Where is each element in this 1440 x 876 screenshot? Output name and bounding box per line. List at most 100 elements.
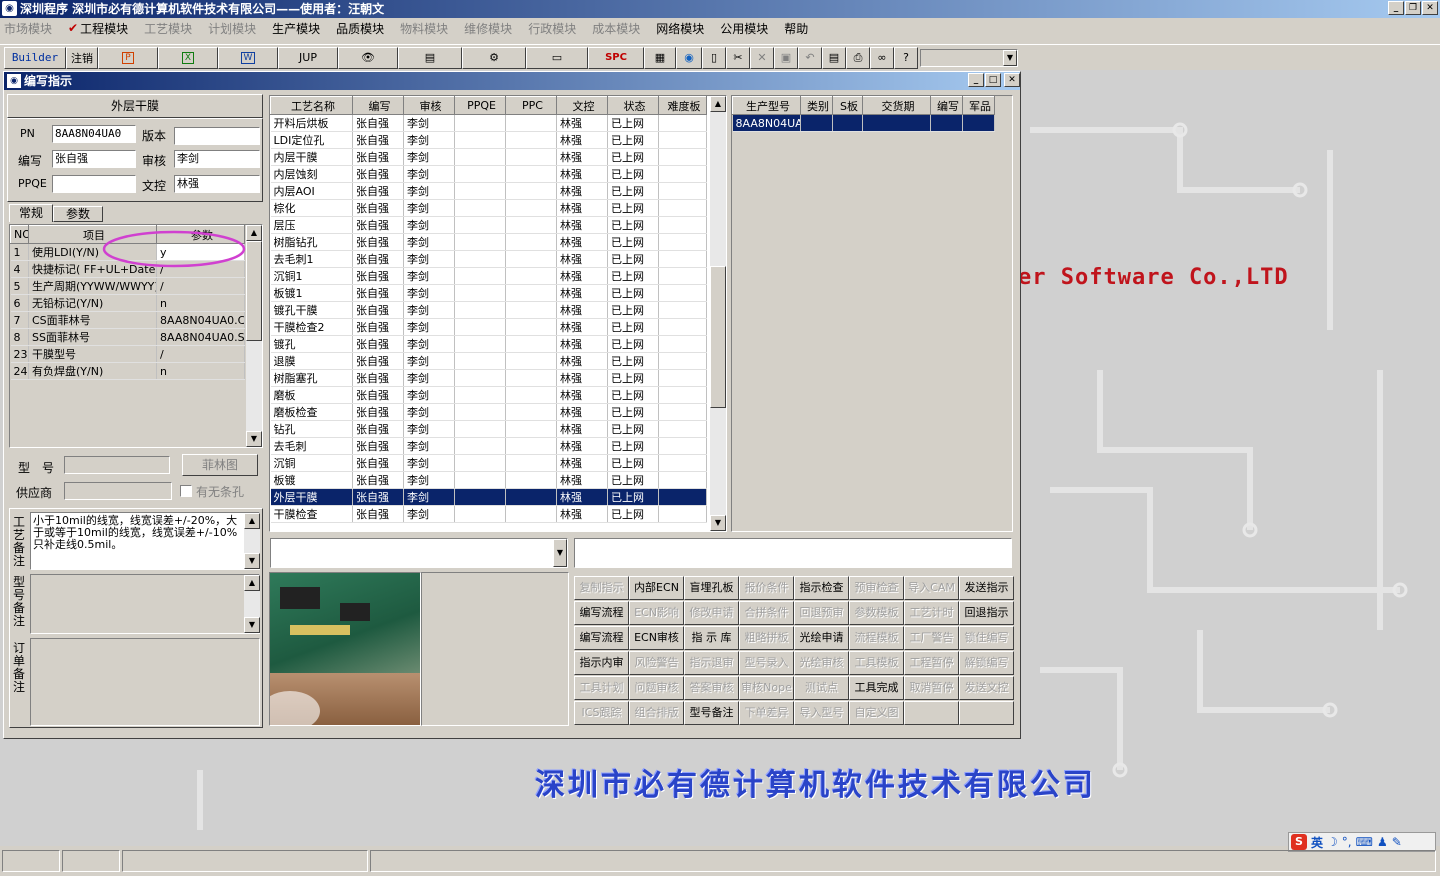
process-row[interactable]: 树脂塞孔 张自强 李剑 林强 已上网 xyxy=(270,369,707,387)
action-button[interactable]: 工程暂停 xyxy=(904,651,959,675)
menu-item-8[interactable]: 行政模块 xyxy=(528,20,576,37)
moon-icon[interactable]: ☽ xyxy=(1327,835,1338,849)
action-button[interactable]: 工厂警告 xyxy=(904,626,959,650)
child-close-button[interactable]: ✕ xyxy=(1004,73,1020,87)
action-button[interactable]: 回退预审 xyxy=(794,601,849,625)
action-button[interactable]: ECN审核 xyxy=(629,626,684,650)
word-button[interactable]: W xyxy=(218,46,278,69)
child-minimize-button[interactable]: _ xyxy=(968,73,984,87)
action-button[interactable]: 发送指示 xyxy=(959,576,1014,600)
action-button[interactable]: 导入CAM xyxy=(904,576,959,600)
action-button[interactable]: 预审检查 xyxy=(849,576,904,600)
ppqe-field[interactable] xyxy=(52,175,136,193)
jup-button[interactable]: JUP xyxy=(278,46,338,69)
process-col-header[interactable]: PPQE xyxy=(454,96,506,115)
param-row[interactable]: 23 干膜型号 / xyxy=(10,345,245,363)
computer-button[interactable]: ▭ xyxy=(526,46,588,69)
action-button[interactable]: 指 示 库 xyxy=(684,626,739,650)
user-icon[interactable]: ♟ xyxy=(1377,835,1388,849)
menu-item-11[interactable]: 公用模块 xyxy=(720,20,768,37)
logout-button[interactable]: 注销 xyxy=(66,46,98,69)
param-value[interactable]: 8AA8N04UA0.CS xyxy=(156,311,245,329)
scroll-up-icon[interactable]: ▲ xyxy=(246,225,262,241)
remark-input[interactable] xyxy=(574,538,1012,568)
process-col-header[interactable]: 文控 xyxy=(556,96,608,115)
menu-item-7[interactable]: 维修模块 xyxy=(464,20,512,37)
menu-item-2[interactable]: 工艺模块 xyxy=(144,20,192,37)
action-button[interactable]: 复制指示 xyxy=(574,576,629,600)
new-button[interactable]: ▯ xyxy=(702,46,726,69)
process-col-header[interactable]: 状态 xyxy=(607,96,659,115)
menu-item-10[interactable]: 网络模块 xyxy=(656,20,704,37)
action-button[interactable]: 发送文控 xyxy=(959,676,1014,700)
writer-field[interactable]: 张自强 xyxy=(52,150,136,168)
process-row[interactable]: 板镀1 张自强 李剑 林强 已上网 xyxy=(270,284,707,302)
process-row[interactable]: 内层AOI 张自强 李剑 林强 已上网 xyxy=(270,182,707,200)
menu-item-1[interactable]: 工程模块 xyxy=(80,20,128,37)
process-row[interactable]: 磨板检查 张自强 李剑 林强 已上网 xyxy=(270,403,707,421)
tab-general[interactable]: 常规 xyxy=(9,204,53,222)
param-col-header[interactable]: NO xyxy=(10,225,29,244)
action-button[interactable]: 工具计划 xyxy=(574,676,629,700)
action-button[interactable]: 取消暂停 xyxy=(904,676,959,700)
action-button[interactable]: 光绘审核 xyxy=(794,651,849,675)
process-row[interactable]: LDI定位孔 张自强 李剑 林强 已上网 xyxy=(270,131,707,149)
action-button[interactable]: 工具完成 xyxy=(849,676,904,700)
action-button[interactable]: 导入型号 xyxy=(794,701,849,725)
model-row[interactable]: 8AA8N04UA0 xyxy=(732,114,995,132)
process-col-header[interactable]: 工艺名称 xyxy=(270,96,353,115)
model-col-header[interactable]: 编写 xyxy=(930,96,963,115)
process-row[interactable]: 镀孔干膜 张自强 李剑 林强 已上网 xyxy=(270,301,707,319)
process-scrollbar[interactable]: ▲ ▼ xyxy=(710,96,726,531)
model-col-header[interactable]: 军品 xyxy=(962,96,995,115)
process-col-header[interactable]: 编写 xyxy=(352,96,404,115)
action-button[interactable]: 答案审核 xyxy=(684,676,739,700)
scroll-down-icon[interactable]: ▼ xyxy=(710,515,726,531)
process-row[interactable]: 退膜 张自强 李剑 林强 已上网 xyxy=(270,352,707,370)
model-col-header[interactable]: 生产型号 xyxy=(732,96,801,115)
process-row[interactable]: 内层蚀刻 张自强 李剑 林强 已上网 xyxy=(270,165,707,183)
model-note-textarea[interactable] xyxy=(30,574,260,634)
action-button[interactable]: 修改申请 xyxy=(684,601,739,625)
param-row[interactable]: 6 无铅标记(Y/N) n xyxy=(10,294,245,312)
internet-button[interactable]: ◉ xyxy=(676,46,702,69)
menu-item-0[interactable]: 市场模块 xyxy=(4,20,52,37)
scroll-down-icon[interactable]: ▼ xyxy=(246,431,262,447)
print-button[interactable]: ⎙ xyxy=(846,46,870,69)
menu-item-12[interactable]: 帮助 xyxy=(784,20,808,37)
menu-item-4[interactable]: 生产模块 xyxy=(272,20,320,37)
action-button[interactable]: ECN影响 xyxy=(629,601,684,625)
action-button[interactable]: 风险警告 xyxy=(629,651,684,675)
action-button[interactable]: 审核Nope xyxy=(739,676,794,700)
preview-button[interactable]: ▤ xyxy=(822,46,846,69)
spc-button[interactable]: SPC xyxy=(588,46,644,69)
process-row[interactable]: 树脂钻孔 张自强 李剑 林强 已上网 xyxy=(270,233,707,251)
delete-button[interactable]: ✕ xyxy=(750,46,774,69)
action-button[interactable]: 指示检查 xyxy=(794,576,849,600)
process-row[interactable]: 钻孔 张自强 李剑 林强 已上网 xyxy=(270,420,707,438)
craft-note-scrollbar[interactable]: ▲ ▼ xyxy=(244,513,260,569)
action-button[interactable]: 锁住编写 xyxy=(959,626,1014,650)
minimize-button[interactable]: _ xyxy=(1388,1,1404,15)
eye-button[interactable]: 👁 xyxy=(338,46,398,69)
process-row[interactable]: 磨板 张自强 李剑 林强 已上网 xyxy=(270,386,707,404)
action-button[interactable]: 型号录入 xyxy=(739,651,794,675)
action-button[interactable]: 指示退审 xyxy=(684,651,739,675)
action-button[interactable] xyxy=(904,701,959,725)
undo-button[interactable]: ↶ xyxy=(798,46,822,69)
process-row[interactable]: 干膜检查2 张自强 李剑 林强 已上网 xyxy=(270,318,707,336)
action-button[interactable]: 工艺计时 xyxy=(904,601,959,625)
network-button[interactable]: ⚙ xyxy=(462,46,526,69)
menu-item-9[interactable]: 成本模块 xyxy=(592,20,640,37)
action-button[interactable]: 自定义图 xyxy=(849,701,904,725)
save-button[interactable]: ▣ xyxy=(774,46,798,69)
process-row[interactable]: 沉铜1 张自强 李剑 林强 已上网 xyxy=(270,267,707,285)
param-row[interactable]: 5 生产周期(YYWW/WWYY) / xyxy=(10,277,245,295)
model-col-header[interactable]: 交货期 xyxy=(862,96,931,115)
action-button[interactable]: ICS跟踪 xyxy=(574,701,629,725)
action-button[interactable]: 工具模板 xyxy=(849,651,904,675)
action-button[interactable]: 编写流程 xyxy=(574,601,629,625)
powerpoint-button[interactable]: P xyxy=(98,46,158,69)
action-button[interactable]: 参数模板 xyxy=(849,601,904,625)
action-button[interactable]: 指示内审 xyxy=(574,651,629,675)
